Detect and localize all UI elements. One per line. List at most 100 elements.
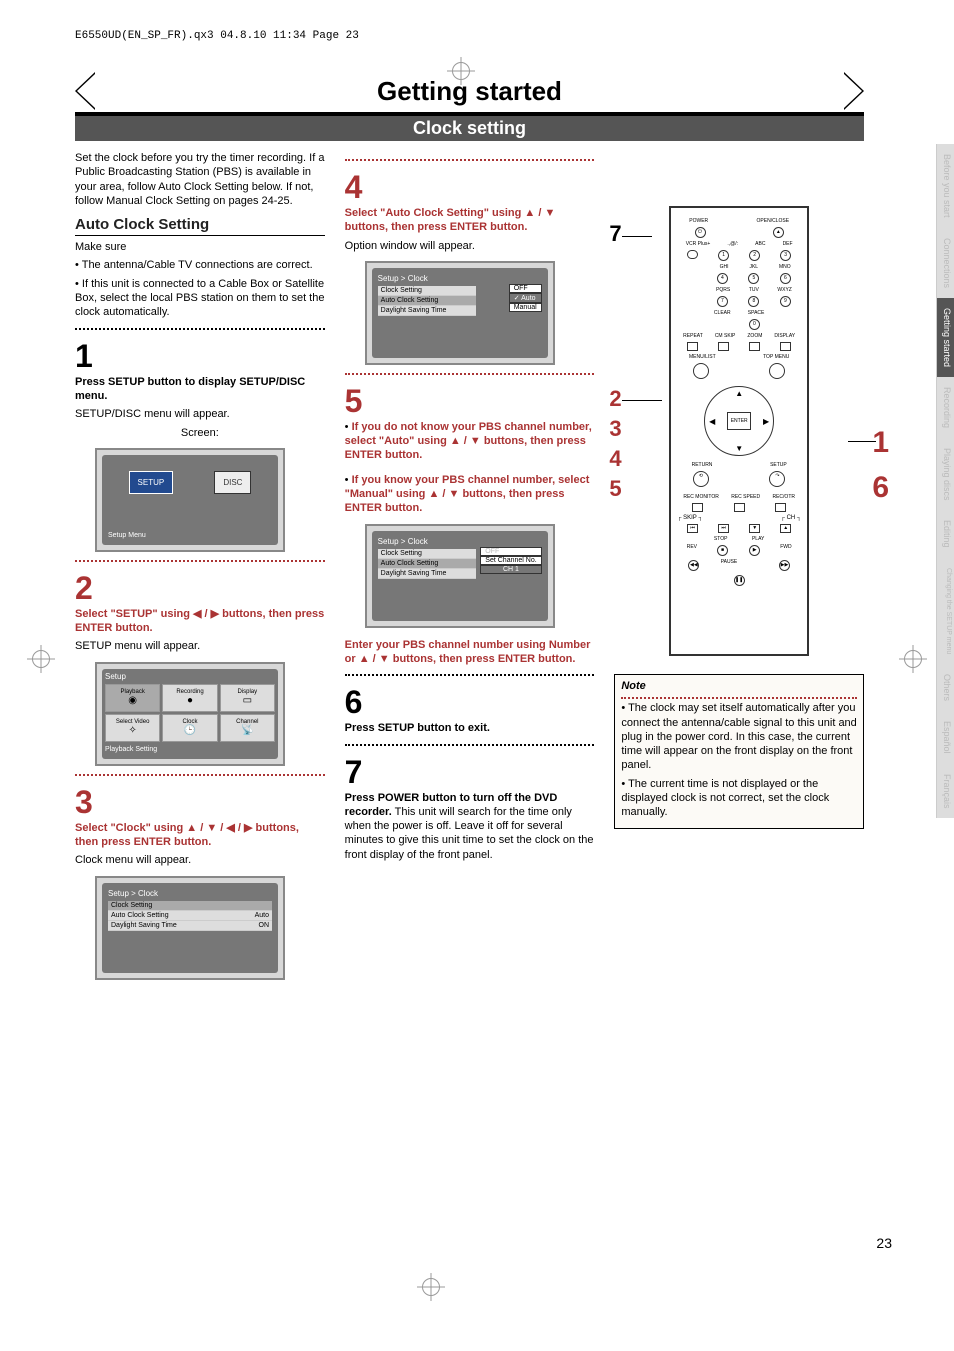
key-4[interactable]: 4 — [717, 273, 728, 284]
ch-label: CH — [787, 515, 796, 521]
key-5[interactable]: 5 — [748, 273, 759, 284]
k5-label: MNO — [779, 264, 791, 270]
skip-fwd-button[interactable]: ⏭ — [718, 524, 729, 533]
tab-espanol: Español — [936, 711, 954, 764]
step5-c: Enter your PBS channel number using Numb… — [345, 638, 595, 667]
screen-auto-clock-options: Setup > Clock Clock Setting Auto Clock S… — [365, 261, 555, 365]
display-cell: Display▭ — [220, 684, 275, 712]
key-0[interactable]: 0 — [749, 319, 760, 330]
divider-3 — [75, 774, 325, 776]
manual-page: E6550UD(EN_SP_FR).qx3 04.8.10 11:34 Page… — [0, 0, 954, 1018]
step2-a: Select "SETUP" using ◀ / ▶ buttons, then… — [75, 607, 325, 636]
recspd-button[interactable] — [734, 503, 745, 512]
ch-up-button[interactable]: ▲ — [780, 524, 791, 533]
step4-a: Select "Auto Clock Setting" using ▲ / ▼ … — [345, 206, 595, 235]
zoom-button[interactable] — [749, 342, 760, 351]
makesure-bullet-2: • If this unit is connected to a Cable B… — [75, 277, 325, 320]
screen-clock-menu: Setup > Clock Clock Setting Auto Clock S… — [95, 876, 285, 980]
makesure-b2-text: If this unit is connected to a Cable Box… — [75, 278, 324, 319]
screen-setup-menu: Setup Playback◉ Recording● Display▭ Sele… — [95, 662, 285, 766]
note-1: • The clock may set itself automatically… — [621, 701, 857, 772]
k7-label: TUV — [749, 287, 759, 293]
header-arrow-left-icon — [75, 72, 95, 110]
play-button[interactable]: ▶ — [749, 545, 760, 556]
clock-setting-row: Clock Setting — [108, 901, 272, 911]
step6-number: 6 — [345, 684, 595, 721]
key-8[interactable]: 8 — [748, 296, 759, 307]
column-2: 4 Select "Auto Clock Setting" using ▲ / … — [345, 151, 595, 988]
divider-5 — [345, 373, 595, 375]
topmenu-button[interactable] — [769, 363, 785, 379]
stop-button[interactable]: ■ — [717, 545, 728, 556]
display-button[interactable] — [780, 342, 791, 351]
step1-c: Screen: — [75, 426, 325, 440]
auto-clock-row: Auto Clock SettingAuto — [108, 911, 272, 921]
recmon-button[interactable] — [692, 503, 703, 512]
tab-before-you-start: Before you start — [936, 144, 954, 228]
enter-button[interactable]: ENTER — [727, 412, 751, 430]
s4-auto-clock: Auto Clock Setting — [378, 296, 476, 306]
dpad[interactable]: ▲ ▼ ◀ ▶ ENTER — [704, 386, 774, 456]
rev-button[interactable]: ◀◀ — [688, 560, 699, 571]
recotr-button[interactable] — [775, 503, 786, 512]
page-title: Getting started — [95, 76, 844, 107]
step3-a: Select "Clock" using ▲ / ▼ / ◀ / ▶ butto… — [75, 821, 325, 850]
fwd-button[interactable]: ▶▶ — [779, 560, 790, 571]
open-close-button[interactable]: ▲ — [773, 227, 784, 238]
column-1: Set the clock before you try the timer r… — [75, 151, 325, 988]
s4-clock-setting: Clock Setting — [378, 286, 476, 296]
open-label: OPEN/CLOSE — [757, 218, 790, 224]
power-label: POWER — [689, 218, 708, 224]
screen-setup-disc: SETUP DISC Setup Menu — [95, 448, 285, 552]
opt-ch1: CH 1 — [480, 565, 541, 574]
channel-cell: Channel📡 — [220, 714, 275, 742]
step3-number: 3 — [75, 784, 325, 821]
menulist-button[interactable] — [693, 363, 709, 379]
opt-off: OFF — [509, 284, 542, 293]
setup-menu-grid: Playback◉ Recording● Display▭ Select Vid… — [105, 684, 275, 742]
k8-label: WXYZ — [777, 287, 791, 293]
setup-button[interactable]: ↷ — [769, 471, 785, 487]
key-2[interactable]: 2 — [749, 250, 760, 261]
clock-cell: Clock🕒 — [162, 714, 217, 742]
k6-label: PQRS — [716, 287, 730, 293]
cmskip-button[interactable] — [718, 342, 729, 351]
key-3[interactable]: 3 — [780, 250, 791, 261]
ch-down-button[interactable]: ▼ — [749, 524, 760, 533]
s5-clock-setting: Clock Setting — [378, 549, 476, 559]
dpad-right-icon[interactable]: ▶ — [763, 417, 769, 426]
tab-francais: Français — [936, 764, 954, 819]
s5-dst: Daylight Saving Time — [378, 569, 476, 579]
note-divider — [621, 697, 857, 699]
zoom-label: ZOOM — [747, 333, 762, 339]
key-1[interactable]: 1 — [718, 250, 729, 261]
return-button[interactable]: ⟲ — [693, 471, 709, 487]
step4-number: 4 — [345, 169, 595, 206]
dpad-down-icon[interactable]: ▼ — [735, 444, 743, 453]
step5-a: • If you do not know your PBS channel nu… — [345, 420, 595, 463]
s4-dst: Daylight Saving Time — [378, 306, 476, 316]
key-9[interactable]: 9 — [780, 296, 791, 307]
header-arrow-right-icon — [844, 72, 864, 110]
tab-getting-started: Getting started — [936, 298, 954, 377]
step2-number: 2 — [75, 570, 325, 607]
repeat-button[interactable] — [687, 342, 698, 351]
step5-b: • If you know your PBS channel number, s… — [345, 473, 595, 516]
key-6[interactable]: 6 — [780, 273, 791, 284]
recotr-label: REC/OTR — [772, 494, 795, 500]
dpad-up-icon[interactable]: ▲ — [735, 389, 743, 398]
remote-control: POWEROPEN/CLOSE ⏻▲ VCR Plus+.,@/:ABCDEF … — [669, 206, 809, 656]
note-box: Note • The clock may set itself automati… — [614, 674, 864, 829]
key-7[interactable]: 7 — [717, 296, 728, 307]
stop-label: STOP — [714, 536, 728, 542]
k1-label: ABC — [755, 241, 765, 247]
setup-label: SETUP — [770, 462, 787, 468]
divider-6 — [345, 674, 595, 676]
power-button[interactable]: ⏻ — [695, 227, 706, 238]
callout-6: 6 — [872, 471, 889, 505]
vcrplus-button[interactable] — [687, 250, 698, 259]
pause-button[interactable]: ❚❚ — [734, 575, 745, 586]
dpad-left-icon[interactable]: ◀ — [709, 417, 715, 426]
skip-back-button[interactable]: ⏮ — [687, 524, 698, 533]
setup-breadcrumb: Setup — [105, 672, 275, 681]
